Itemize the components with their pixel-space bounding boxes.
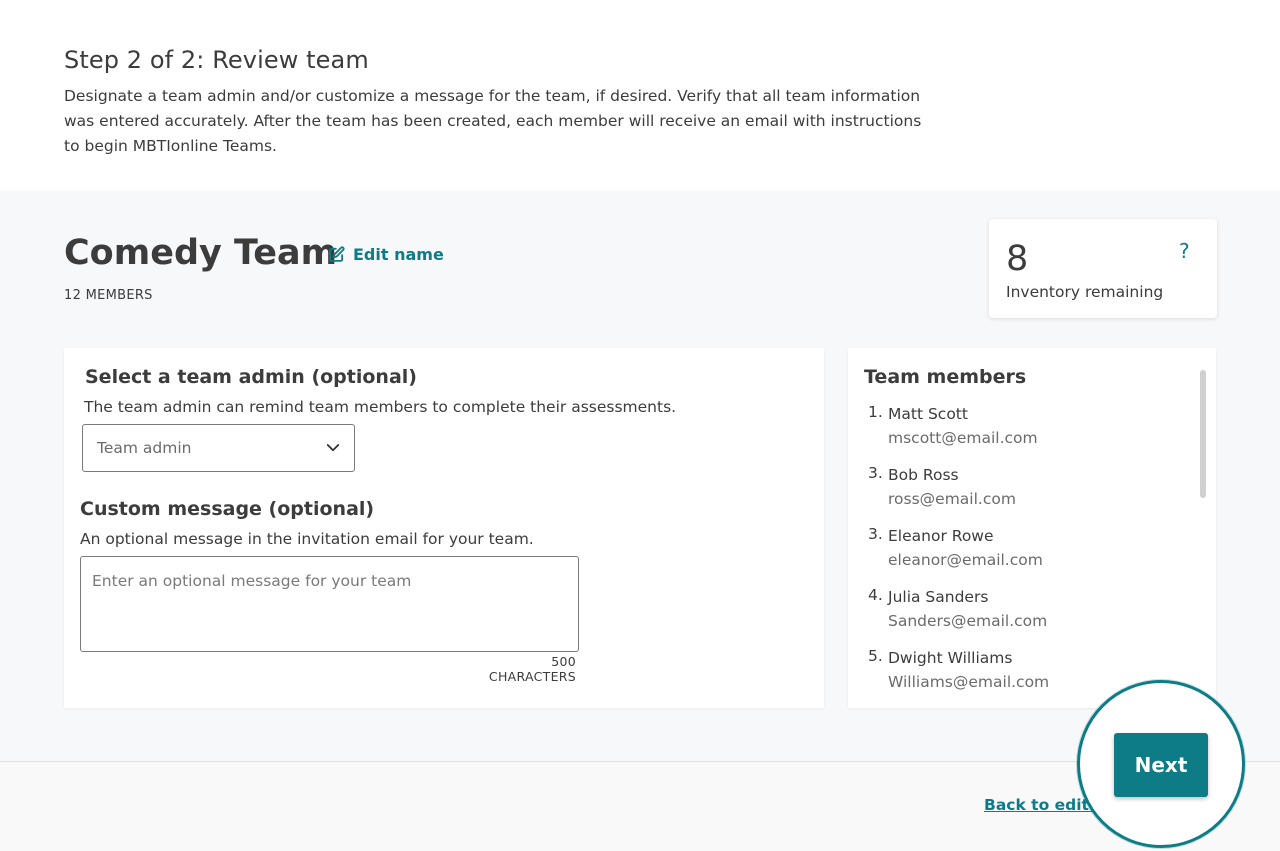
member-email: mscott@email.com <box>888 429 1038 447</box>
admin-help-text: The team admin can remind team members t… <box>84 398 677 416</box>
member-name: Dwight Williams <box>888 649 1013 667</box>
member-number: 5. <box>868 647 883 665</box>
edit-name-button[interactable]: Edit name <box>328 245 444 264</box>
member-name: Bob Ross <box>888 466 959 484</box>
team-members-list: 1. Matt Scott mscott@email.com 3. Bob Ro… <box>868 403 1188 708</box>
member-email: Williams@email.com <box>888 673 1050 691</box>
custom-message-heading: Custom message (optional) <box>80 498 375 520</box>
edit-icon <box>329 246 345 262</box>
member-name: Matt Scott <box>888 405 968 423</box>
team-members-heading: Team members <box>864 366 1027 388</box>
inventory-label: Inventory remaining <box>1006 283 1164 301</box>
inventory-count: 8 <box>1006 239 1029 279</box>
inventory-card: 8 Inventory remaining ? <box>989 219 1217 318</box>
page-header: Step 2 of 2: Review team Designate a tea… <box>0 0 1280 191</box>
member-number: 4. <box>868 586 883 604</box>
team-settings-card: Select a team admin (optional) The team … <box>64 348 824 708</box>
help-icon[interactable]: ? <box>1179 239 1190 263</box>
member-number: 3. <box>868 464 883 482</box>
team-admin-select-value: Team admin <box>97 439 192 457</box>
edit-name-label: Edit name <box>353 245 444 264</box>
admin-heading: Select a team admin (optional) <box>85 366 417 388</box>
member-name: Julia Sanders <box>888 588 989 606</box>
list-item: 1. Matt Scott mscott@email.com <box>868 403 1188 464</box>
members-scrollbar[interactable] <box>1198 368 1208 703</box>
list-item: 4. Julia Sanders Sanders@email.com <box>868 586 1188 647</box>
members-count: 12 MEMBERS <box>64 288 153 303</box>
member-number: 1. <box>868 403 883 421</box>
scrollbar-thumb[interactable] <box>1200 370 1206 498</box>
team-admin-select[interactable]: Team admin <box>82 424 355 472</box>
step-description: Designate a team admin and/or customize … <box>64 87 922 155</box>
next-button[interactable]: Next <box>1114 733 1208 797</box>
member-number: 3. <box>868 525 883 543</box>
list-item: 3. Bob Ross ross@email.com <box>868 464 1188 525</box>
team-name: Comedy Team <box>64 233 338 273</box>
team-members-card: Team members 1. Matt Scott mscott@email.… <box>848 348 1216 708</box>
custom-message-help-text: An optional message in the invitation em… <box>80 530 534 548</box>
member-email: ross@email.com <box>888 490 1016 508</box>
member-name: Eleanor Rowe <box>888 527 994 545</box>
chevron-down-icon <box>326 444 340 452</box>
custom-message-input[interactable] <box>80 556 579 652</box>
step-title: Step 2 of 2: Review team <box>64 46 369 74</box>
member-email: eleanor@email.com <box>888 551 1043 569</box>
list-item: 3. Eleanor Rowe eleanor@email.com <box>868 525 1188 586</box>
character-limit: 500 CHARACTERS <box>488 654 576 684</box>
member-email: Sanders@email.com <box>888 612 1048 630</box>
